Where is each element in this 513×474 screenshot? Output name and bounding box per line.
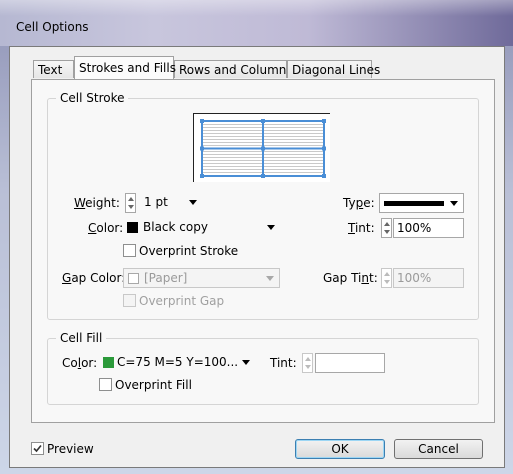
tab-rows-and-columns[interactable]: Rows and Columns — [174, 60, 293, 78]
chevron-down-icon — [266, 276, 274, 281]
paper-color-swatch-icon — [128, 273, 139, 284]
chevron-down-icon — [267, 225, 275, 230]
dialog-title: Cell Options — [16, 20, 89, 34]
gap-tint-field[interactable]: 100% — [393, 268, 464, 288]
stroke-tint-label: Tint: — [348, 221, 375, 235]
green-color-swatch-icon — [103, 357, 114, 368]
type-label: Type: — [343, 196, 375, 210]
ok-button[interactable]: OK — [295, 439, 385, 459]
chevron-down-icon — [189, 200, 197, 205]
fill-color-dropdown[interactable]: C=75 M=5 Y=100... — [99, 353, 255, 373]
chevron-down-icon — [450, 201, 458, 206]
gap-color-label: Gap Color: — [62, 271, 126, 285]
overprint-stroke-label: Overprint Stroke — [139, 244, 239, 258]
stroke-tint-spinner[interactable] — [381, 218, 392, 238]
cancel-button[interactable]: Cancel — [394, 439, 483, 459]
overprint-fill-checkbox[interactable] — [99, 378, 112, 391]
stroke-tint-field[interactable]: 100% — [393, 218, 464, 238]
gap-color-value: [Paper] — [144, 271, 188, 285]
black-color-swatch-icon — [127, 222, 138, 233]
cell-fill-legend: Cell Fill — [56, 331, 107, 345]
tab-diagonal-lines[interactable]: Diagonal Lines — [287, 60, 380, 78]
preview-checkbox[interactable] — [31, 442, 44, 455]
fill-tint-field[interactable] — [315, 353, 385, 373]
fill-tint-spinner[interactable] — [302, 353, 313, 373]
fill-tint-label: Tint: — [270, 356, 297, 370]
checkmark-icon — [33, 444, 42, 453]
stroke-color-value: Black copy — [143, 220, 208, 234]
weight-value: 1 pt — [144, 195, 168, 209]
preview-label: Preview — [47, 442, 94, 456]
weight-label: Weight: — [74, 196, 120, 210]
stroke-type-dropdown[interactable] — [379, 193, 464, 213]
fill-color-label: Color: — [62, 356, 98, 370]
cell-options-dialog: Cell Options Text Strokes and Fills Rows… — [0, 0, 513, 474]
weight-dropdown[interactable]: 1 pt — [140, 193, 202, 213]
weight-spinner[interactable] — [125, 193, 136, 213]
stroke-color-dropdown[interactable]: Black copy — [123, 218, 280, 238]
gap-color-dropdown[interactable]: [Paper] — [123, 268, 280, 288]
stroke-proxy-preview[interactable] — [193, 113, 330, 182]
overprint-gap-label: Overprint Gap — [139, 294, 225, 308]
fill-color-value: C=75 M=5 Y=100... — [117, 355, 239, 369]
solid-stroke-swatch-icon — [384, 201, 444, 206]
stroke-color-label: Color: — [88, 221, 124, 235]
title-bar[interactable]: Cell Options — [0, 0, 513, 46]
overprint-gap-checkbox[interactable] — [123, 294, 136, 307]
overprint-stroke-checkbox[interactable] — [123, 244, 136, 257]
gap-tint-spinner[interactable] — [381, 268, 392, 288]
stroke-proxy-grid-icon — [200, 119, 326, 178]
chevron-down-icon — [242, 360, 250, 365]
cell-stroke-legend: Cell Stroke — [56, 91, 129, 105]
overprint-fill-label: Overprint Fill — [115, 378, 192, 392]
tab-strokes-and-fills[interactable]: Strokes and Fills — [74, 56, 176, 79]
tab-text[interactable]: Text — [33, 60, 74, 78]
gap-tint-label: Gap Tint: — [323, 271, 378, 285]
